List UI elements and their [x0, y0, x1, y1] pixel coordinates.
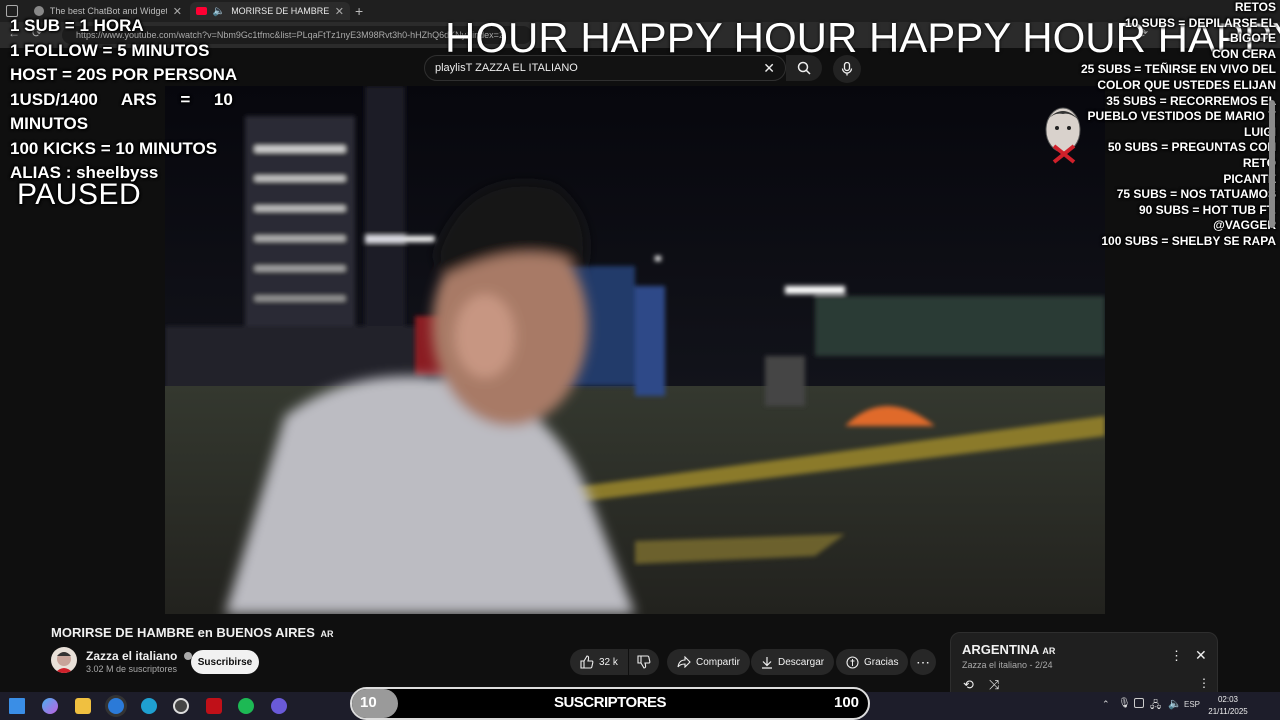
subscriber-count: 3.02 M de suscriptores: [86, 664, 178, 674]
edge-icon[interactable]: [108, 698, 124, 714]
video-title: MORIRSE DE HAMBRE en BUENOS AIRES AR: [51, 625, 334, 640]
channel-name[interactable]: Zazza el italiano: [86, 649, 192, 663]
face-sticker-icon: [1045, 107, 1081, 164]
dislike-button[interactable]: [629, 649, 659, 675]
obs-icon[interactable]: [173, 698, 189, 714]
download-label: Descargar: [778, 656, 825, 668]
video-title-text: MORIRSE DE HAMBRE en BUENOS AIRES: [51, 625, 315, 640]
sub-goal-target: 100: [834, 694, 860, 711]
thanks-label: Gracias: [864, 656, 899, 668]
tab-label: MORIRSE DE HAMBRE en BU: [231, 6, 329, 16]
search-icon: [797, 61, 811, 75]
language-indicator[interactable]: ESP: [1184, 700, 1200, 709]
page-scrollbar[interactable]: [1269, 100, 1275, 228]
share-button[interactable]: Compartir: [667, 649, 750, 675]
loop-icon[interactable]: ⟲: [963, 677, 974, 693]
like-count: 32 k: [599, 656, 618, 668]
channel-avatar-icon: [55, 652, 73, 673]
new-tab-icon[interactable]: +: [355, 3, 363, 19]
stream-rules-overlay: 1 SUB = 1 HORA 1 FOLLOW = 5 MINUTOS HOST…: [10, 14, 240, 186]
discord-icon[interactable]: [271, 698, 287, 714]
thumbs-up-icon: [580, 655, 594, 669]
download-button[interactable]: Descargar: [751, 649, 835, 675]
clock-date[interactable]: 21/11/2025: [1200, 707, 1256, 716]
playlist-subtitle: Zazza el italiano - 2/24: [962, 660, 1053, 670]
close-playlist-icon[interactable]: ✕: [1195, 647, 1207, 664]
copilot-icon[interactable]: [42, 698, 58, 714]
country-badge: AR: [1042, 646, 1056, 656]
reto-line: 25 SUBS = TEÑIRSE EN VIVO DEL: [1080, 62, 1276, 77]
playlist-more-icon[interactable]: ⋮: [1198, 676, 1210, 690]
playlist-title[interactable]: ARGENTINA AR: [962, 642, 1055, 657]
windows-start-icon[interactable]: [9, 698, 25, 714]
video-player[interactable]: [165, 86, 1105, 614]
reto-line: 100 SUBS = SHELBY SE RAPA: [1101, 233, 1276, 248]
thanks-button[interactable]: Gracias: [836, 649, 909, 675]
overlay-line: 1 SUB = 1 HORA: [10, 16, 144, 35]
microphone-icon: [841, 62, 853, 76]
reto-line: 75 SUBS = NOS TATUAMOS: [1116, 187, 1276, 202]
clock-time[interactable]: 02:03: [1210, 695, 1246, 704]
paused-label: PAUSED: [17, 178, 142, 211]
reto-line: 50 SUBS = PREGUNTAS CON RETO: [1107, 140, 1276, 170]
close-tab-icon[interactable]: ✕: [335, 5, 344, 18]
overlay-line: 100 KICKS = 10 MINUTOS: [10, 138, 218, 158]
volume-icon[interactable]: 🔈: [1168, 697, 1182, 710]
reto-line: PICANTE: [1223, 171, 1276, 186]
reto-line: COLOR QUE USTEDES ELIJAN: [1097, 77, 1276, 92]
search-query: playlisT ZAZZA EL ITALIANO: [435, 62, 578, 74]
subscribe-button[interactable]: Suscribirse: [191, 650, 259, 674]
overlay-line: MINUTOS: [10, 114, 89, 133]
thumbs-down-icon: [637, 655, 651, 669]
tray-expand-icon[interactable]: ⌃: [1102, 699, 1110, 710]
overlay-line: 1USD/1400 ARS = 10: [10, 89, 233, 109]
network-icon[interactable]: 🖧: [1150, 698, 1161, 715]
avatar[interactable]: [51, 647, 77, 673]
reto-line: 10 SUBS = DEPILARSE EL BIGOTE: [1124, 15, 1276, 46]
tray-app-icon[interactable]: [1134, 698, 1144, 708]
share-icon: [677, 656, 691, 668]
file-explorer-icon[interactable]: [75, 698, 91, 714]
channel-name-text: Zazza el italiano: [86, 649, 178, 663]
app-red-icon[interactable]: [206, 698, 222, 714]
retos-title: RETOS: [1234, 0, 1276, 14]
reto-line: 35 SUBS = RECORREMOS EL: [1106, 93, 1276, 108]
overlay-line: HOST = 20S POR PERSONA: [10, 65, 238, 84]
overlay-line: 1 FOLLOW = 5 MINUTOS: [10, 40, 210, 60]
reto-line: LUIGI: [1244, 124, 1276, 139]
reto-line: 90 SUBS = HOT TUB FT. @VAGGER: [1138, 202, 1276, 233]
like-button[interactable]: 32 k: [570, 649, 628, 675]
more-icon: ⋯: [916, 653, 930, 670]
share-label: Compartir: [696, 656, 740, 668]
mic-tray-icon[interactable]: 🎙: [1118, 698, 1131, 709]
reto-line: CON CERA: [1211, 46, 1276, 61]
country-badge: AR: [320, 629, 334, 639]
video-frame: [165, 86, 1105, 614]
thanks-icon: [846, 655, 859, 669]
retos-overlay: RETOS 10 SUBS = DEPILARSE EL BIGOTE CON …: [1076, 0, 1276, 250]
reto-line: PUEBLO VESTIDOS DE MARIO Y: [1087, 109, 1276, 124]
sub-goal-start: 10: [360, 694, 377, 711]
spotify-icon[interactable]: [238, 698, 254, 714]
playlist-menu-icon[interactable]: ⋮: [1170, 648, 1183, 664]
download-icon: [762, 656, 772, 669]
playlist-title-text: ARGENTINA: [962, 642, 1039, 657]
shuffle-icon[interactable]: ⤨: [989, 677, 999, 693]
more-actions-button[interactable]: ⋯: [910, 649, 936, 675]
sub-goal-label: SUSCRIPTORES: [553, 694, 667, 711]
edge-dev-icon[interactable]: [141, 698, 157, 714]
